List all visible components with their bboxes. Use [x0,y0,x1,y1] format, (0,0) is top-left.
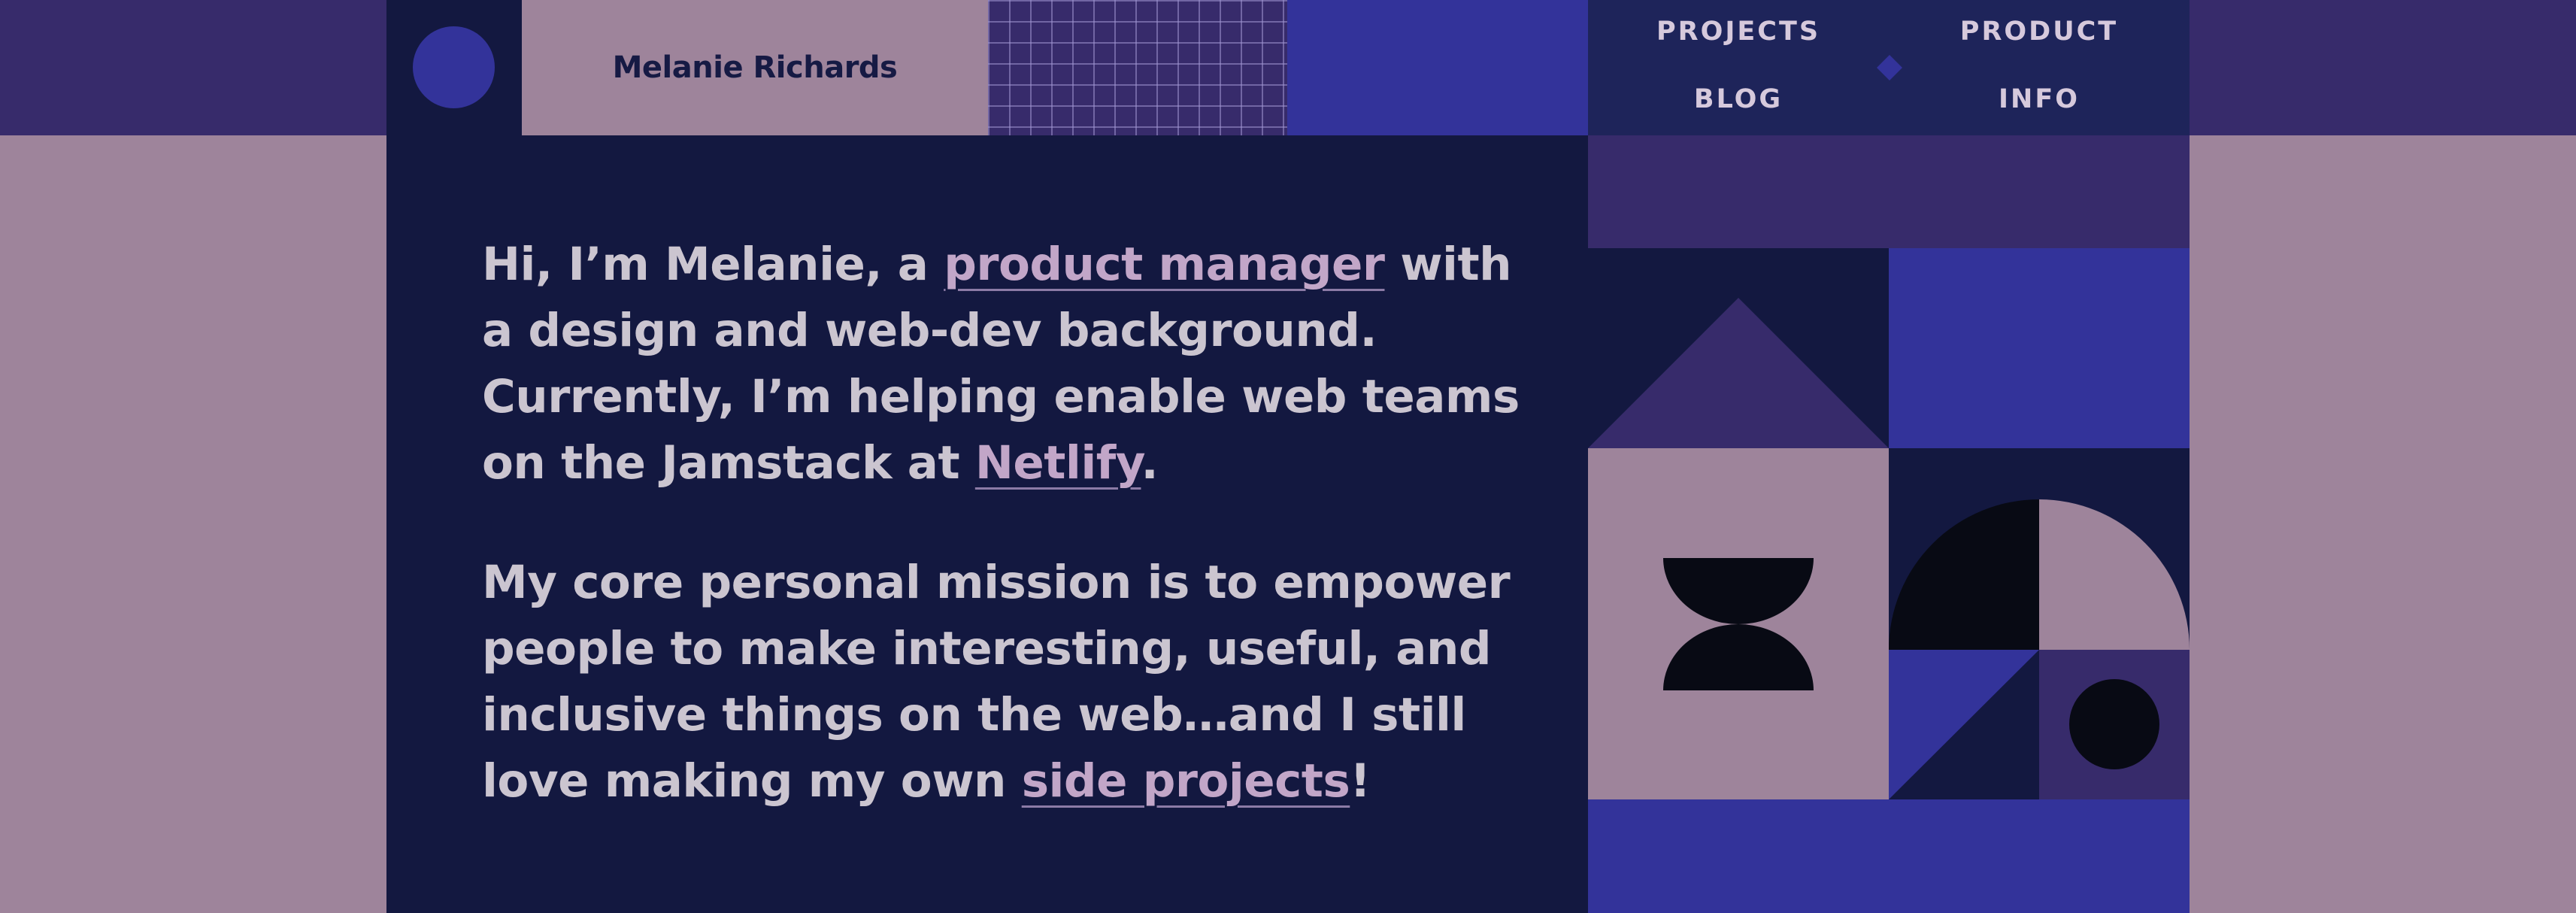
hourglass-shape-icon [1663,558,1814,690]
main-nav: PROJECTS PRODUCT BLOG INFO [1588,0,2190,135]
top-band-left [0,0,386,135]
mission-paragraph: My core personal mission is to empower p… [482,550,1550,814]
nav-info-link[interactable]: INFO [1889,84,2190,114]
product-manager-link[interactable]: product manager [944,238,1385,291]
mission-text-2: ! [1350,754,1371,808]
split-triangle-icon [1889,650,2039,799]
netlify-link[interactable]: Netlify [975,436,1141,490]
illustration-top-block [1588,135,2190,248]
blue-block-decoration [1287,0,1588,135]
intro-paragraph: Hi, I’m Melanie, a product manager with … [482,232,1550,496]
intro-text-1: Hi, I’m Melanie, a [482,238,944,291]
site-name[interactable]: Melanie Richards [613,50,898,85]
roof-triangle-icon [1588,298,1889,448]
top-band-right [2190,0,2576,135]
illustration-blue-block [1889,248,2190,448]
nav-product-link[interactable]: PRODUCT [1889,17,2190,47]
nav-projects-link[interactable]: PROJECTS [1588,17,1889,47]
side-projects-link[interactable]: side projects [1022,754,1350,808]
avatar-circle-icon[interactable] [413,26,495,108]
nav-blog-link[interactable]: BLOG [1588,84,1889,114]
dot-circle-icon [2069,679,2159,769]
grid-pattern-decoration [988,0,1287,135]
main-content: Hi, I’m Melanie, a product manager with … [386,135,1588,913]
site-name-cell: Melanie Richards [522,0,988,135]
illustration-bottom-block [1588,799,2190,913]
quarter-circles-icon [1889,499,2190,650]
diamond-icon [1877,55,1902,80]
intro-text-3: . [1141,436,1159,490]
